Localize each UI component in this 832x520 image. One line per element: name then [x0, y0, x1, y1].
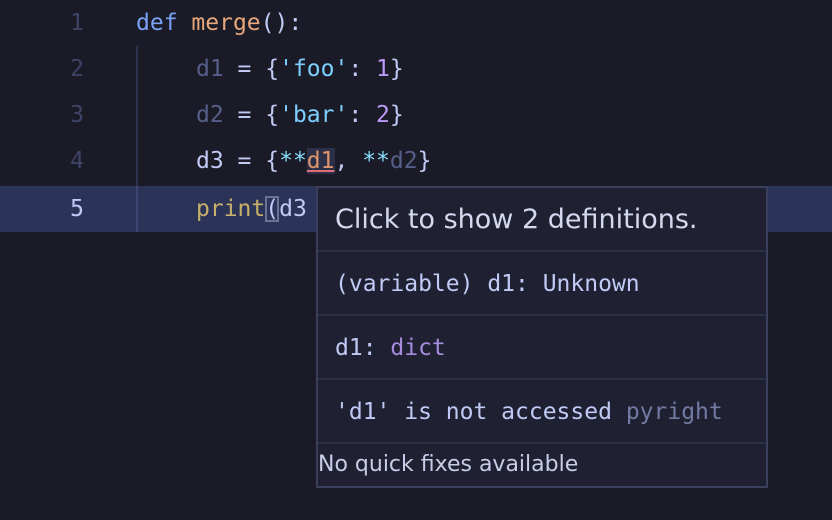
type-name: dict: [390, 335, 446, 361]
line-code[interactable]: def merge():: [136, 0, 302, 46]
punctuation-token: }: [389, 102, 404, 128]
punctuation-token: :: [348, 102, 377, 128]
hover-diagnostic: 'd1' is not accessed pyright: [318, 380, 766, 444]
code-editor[interactable]: 1 def merge(): 2 d1 = {'foo': 1} 3 d2 = …: [0, 0, 832, 520]
punctuation-token: ,: [334, 148, 363, 174]
definitions-link[interactable]: Click to show 2 definitions.: [318, 188, 766, 252]
variable-token[interactable]: d2: [196, 102, 224, 128]
line-number: 5: [70, 196, 84, 222]
line-number: 1: [70, 10, 84, 36]
variable-token[interactable]: d3: [279, 196, 307, 222]
editor-line-4[interactable]: 4 d3 = {**d1, **d2}: [0, 138, 832, 184]
number-token: 2: [376, 102, 390, 128]
variable-token[interactable]: d3: [196, 148, 224, 174]
variable-token[interactable]: d1: [196, 56, 224, 82]
punctuation-token: }: [389, 56, 404, 82]
hover-signature: (variable) d1: Unknown: [318, 252, 766, 316]
function-name-token[interactable]: merge: [191, 10, 260, 36]
type-label: d1:: [335, 335, 391, 361]
string-token: 'bar': [279, 102, 349, 128]
line-number: 4: [70, 148, 84, 174]
builtin-function-token[interactable]: print: [196, 196, 265, 222]
line-number: 3: [70, 102, 84, 128]
editor-line-1[interactable]: 1 def merge():: [0, 0, 832, 46]
punctuation-token: }: [417, 148, 432, 174]
diagnostic-message: 'd1' is not accessed: [335, 399, 612, 425]
editor-line-2[interactable]: 2 d1 = {'foo': 1}: [0, 46, 832, 92]
line-code[interactable]: d2 = {'bar': 2}: [196, 92, 404, 138]
variable-token[interactable]: d2: [390, 148, 418, 174]
matching-bracket: (: [265, 196, 280, 222]
line-number: 2: [70, 56, 84, 82]
line-code[interactable]: print(d3: [196, 186, 307, 232]
line-code[interactable]: d3 = {**d1, **d2}: [196, 138, 431, 184]
line-code[interactable]: d1 = {'foo': 1}: [196, 46, 404, 92]
number-token: 1: [376, 56, 390, 82]
keyword-token: def: [136, 10, 178, 36]
quick-fix-status[interactable]: No quick fixes available: [318, 444, 766, 486]
unpack-operator-token: **: [279, 148, 307, 174]
string-token: 'foo': [279, 56, 349, 82]
unpack-operator-token: **: [362, 148, 390, 174]
operator-token: = {: [223, 148, 280, 174]
indent-guide-active: [136, 186, 138, 232]
editor-line-3[interactable]: 3 d2 = {'bar': 2}: [0, 92, 832, 138]
hovered-variable-token[interactable]: d1: [306, 148, 335, 174]
operator-token: = {: [223, 102, 280, 128]
punctuation-token: ():: [260, 10, 303, 36]
punctuation-token: :: [348, 56, 377, 82]
diagnostic-source: pyright: [625, 399, 723, 425]
hover-type-info: d1: dict: [318, 316, 766, 380]
hover-tooltip[interactable]: Click to show 2 definitions. (variable) …: [316, 186, 768, 488]
operator-token: = {: [223, 56, 280, 82]
